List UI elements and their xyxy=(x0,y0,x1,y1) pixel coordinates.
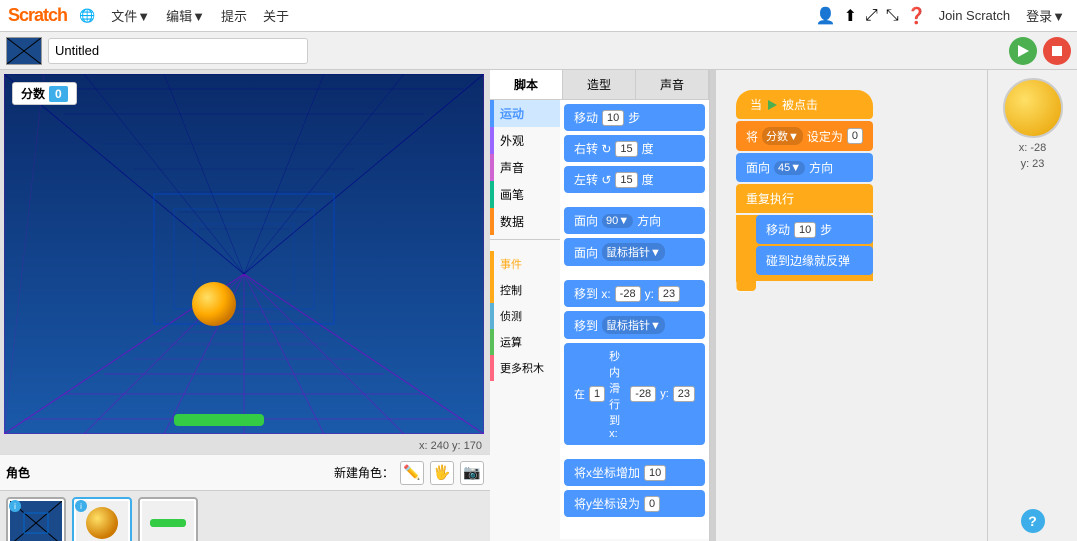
block-point-towards[interactable]: 面向 鼠标指针▼ xyxy=(564,238,705,266)
block-set-score[interactable]: 将 分数▼ 设定为 0 xyxy=(736,121,873,151)
cat-pen[interactable]: 画笔 xyxy=(490,181,560,208)
block-tabs: 脚本 造型 声音 xyxy=(490,70,709,100)
block-set-y[interactable]: 将y坐标设为 0 xyxy=(564,490,705,517)
scratch-logo: Scratch xyxy=(8,5,67,26)
block-when-flag[interactable]: 当 被点击 xyxy=(736,90,873,119)
about-menu[interactable]: 关于 xyxy=(259,6,293,25)
edit-menu[interactable]: 编辑▼ xyxy=(162,6,209,25)
sprite-thumbnails: i i xyxy=(0,490,490,541)
project-title-input[interactable]: Untitled xyxy=(48,38,308,64)
block-move-10[interactable]: 移动 10 步 xyxy=(756,215,873,244)
block-glide-xy[interactable]: 在 1 秒内滑行到 x: -28 y: 23 xyxy=(564,343,705,445)
coord-x: x: -28 xyxy=(1019,142,1047,154)
block-bounce[interactable]: 碰到边缘就反弹 xyxy=(756,246,873,275)
sprite-preview-ball xyxy=(1003,78,1063,138)
block-turn-left[interactable]: 左转 ↺ 15 度 xyxy=(564,166,705,193)
cat-events[interactable]: 事件 xyxy=(490,251,560,277)
cat-motion[interactable]: 运动 xyxy=(490,100,560,127)
tips-menu[interactable]: 提示 xyxy=(217,6,251,25)
run-flag-button[interactable] xyxy=(1009,37,1037,65)
sprite-bar: 角色 新建角色： ✏️ 🖐 📷 xyxy=(0,454,490,490)
cat-more[interactable]: 更多积木 xyxy=(490,355,560,381)
globe-icon[interactable]: 🌐 xyxy=(75,8,99,24)
new-sprite-label: 新建角色： xyxy=(334,464,394,481)
project-thumbnail xyxy=(6,37,42,65)
login-button[interactable]: 登录▼ xyxy=(1022,6,1069,25)
tab-costumes[interactable]: 造型 xyxy=(563,70,636,99)
block-point-45[interactable]: 面向 45▼ 方向 xyxy=(736,153,873,182)
cat-sound[interactable]: 声音 xyxy=(490,154,560,181)
tab-scripts[interactable]: 脚本 xyxy=(490,70,563,99)
main-area: 分数 0 x: 240 y: 170 角色 新建角色： ✏️ 🖐 📷 i xyxy=(0,70,1077,541)
blocks-panel: 脚本 造型 声音 运动 外观 声音 画笔 数据 事件 控制 侦测 运算 更多积木 xyxy=(490,70,710,541)
block-change-x[interactable]: 将x坐标增加 10 xyxy=(564,459,705,486)
join-scratch-link[interactable]: Join Scratch xyxy=(935,8,1015,23)
tab-sounds[interactable]: 声音 xyxy=(636,70,709,99)
cat-data[interactable]: 数据 xyxy=(490,208,560,235)
help-button[interactable]: ? xyxy=(1021,509,1045,533)
block-turn-right[interactable]: 右转 ↻ 15 度 xyxy=(564,135,705,162)
categories-list: 运动 外观 声音 画笔 数据 事件 控制 侦测 运算 更多积木 xyxy=(490,100,560,539)
help-icon[interactable]: ❓ xyxy=(907,6,927,26)
stop-button[interactable] xyxy=(1043,37,1071,65)
cat-operators[interactable]: 运算 xyxy=(490,329,560,355)
upload-icon[interactable]: 👤 xyxy=(816,6,836,26)
cat-looks[interactable]: 外观 xyxy=(490,127,560,154)
fullscreen-icon[interactable]: ⤢ xyxy=(865,7,878,25)
cat-sensing[interactable]: 侦测 xyxy=(490,303,560,329)
stage-canvas: 分数 0 xyxy=(4,74,484,434)
stamp-sprite-button[interactable]: 🖐 xyxy=(430,461,454,485)
right-info-panel: x: -28 y: 23 ? xyxy=(987,70,1077,541)
cat-control[interactable]: 控制 xyxy=(490,277,560,303)
score-badge: 分数 0 xyxy=(12,82,77,105)
stage-coordinates: x: 240 y: 170 xyxy=(0,438,490,454)
scripts-canvas: 当 被点击 将 分数▼ 设定为 0 面向 45▼ 方向 重复执行 xyxy=(716,70,987,541)
score-value: 0 xyxy=(49,86,68,102)
coord-y: y: 23 xyxy=(1021,158,1045,170)
block-point-dir[interactable]: 面向 90▼ 方向 xyxy=(564,207,705,234)
sprite-info-dot-bg: i xyxy=(9,500,21,512)
draw-sprite-button[interactable]: ✏️ xyxy=(400,461,424,485)
file-menu[interactable]: 文件▼ xyxy=(107,6,154,25)
block-goto-mouse[interactable]: 移到 鼠标指针▼ xyxy=(564,311,705,339)
stage-area: 分数 0 x: 240 y: 170 角色 新建角色： ✏️ 🖐 📷 i xyxy=(0,70,490,541)
sprite-info-dot-ball: i xyxy=(75,500,87,512)
menu-bar: Scratch 🌐 文件▼ 编辑▼ 提示 关于 👤 ⬆ ⤢ ⤡ ❓ Join S… xyxy=(0,0,1077,32)
block-repeat-forever-container: 重复执行 移动 10 步 碰到边缘就反弹 xyxy=(736,184,873,291)
sprite-thumb-bar[interactable] xyxy=(138,497,198,541)
upload-sprite-button[interactable]: 📷 xyxy=(460,461,484,485)
scripts-area[interactable]: 当 被点击 将 分数▼ 设定为 0 面向 45▼ 方向 重复执行 xyxy=(716,70,987,541)
title-bar: Untitled xyxy=(0,32,1077,70)
sprite-thumb-bg[interactable]: i xyxy=(6,497,66,541)
score-label: 分数 xyxy=(21,85,45,102)
code-stack-1: 当 被点击 将 分数▼ 设定为 0 面向 45▼ 方向 重复执行 xyxy=(736,90,873,291)
sprite-label: 角色 xyxy=(6,464,30,481)
blocks-list: 移动 10 步 右转 ↻ 15 度 左转 ↺ 15 度 面向 90▼ 方向 面向… xyxy=(560,100,709,539)
sprite-thumb-ball[interactable]: i xyxy=(72,497,132,541)
block-move-steps[interactable]: 移动 10 步 xyxy=(564,104,705,131)
block-goto-xy[interactable]: 移到 x: -28 y: 23 xyxy=(564,280,705,307)
block-repeat-forever[interactable]: 重复执行 xyxy=(736,184,873,213)
small-screen-icon[interactable]: ⤡ xyxy=(886,7,899,25)
block-categories: 运动 外观 声音 画笔 数据 事件 控制 侦测 运算 更多积木 移动 10 步 … xyxy=(490,100,709,539)
download-icon[interactable]: ⬆ xyxy=(844,6,857,26)
